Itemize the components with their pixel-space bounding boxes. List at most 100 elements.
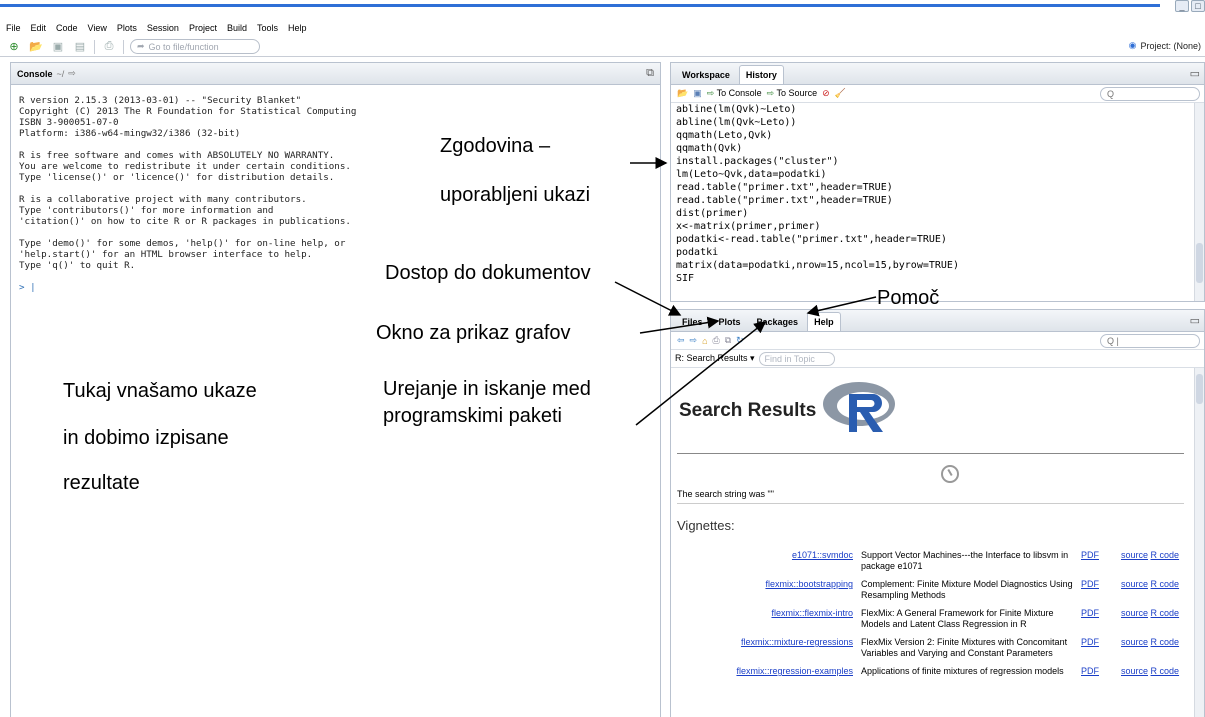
- annotation-packages-line1: Urejanje in iskanje med: [383, 378, 591, 400]
- vignette-pdf-link[interactable]: PDF: [1081, 579, 1099, 589]
- save-all-icon[interactable]: ▤: [72, 40, 88, 54]
- vignette-pdf-link[interactable]: PDF: [1081, 666, 1099, 676]
- history-scrollbar[interactable]: [1194, 103, 1204, 301]
- forward-icon[interactable]: ⇨: [690, 335, 698, 346]
- history-entry[interactable]: podatki<-read.table("primer.txt",header=…: [676, 233, 1204, 246]
- minimize-pane-icon[interactable]: ▭: [1190, 67, 1200, 80]
- help-scrollbar[interactable]: [1194, 368, 1204, 717]
- menu-code[interactable]: Code: [56, 23, 78, 33]
- refresh-icon[interactable]: ↻: [736, 335, 744, 346]
- minimize-button[interactable]: _: [1175, 0, 1189, 12]
- history-entry[interactable]: qqmath(Qvk): [676, 142, 1204, 155]
- to-console-button[interactable]: ⇨ To Console: [707, 88, 762, 99]
- help-page-title: Search Results: [679, 400, 817, 421]
- tab-files[interactable]: Files: [675, 312, 710, 331]
- tab-history[interactable]: History: [738, 65, 784, 84]
- vignette-name-link[interactable]: e1071::svmdoc: [792, 550, 853, 560]
- clear-history-icon[interactable]: 🧹: [835, 88, 846, 99]
- help-search-input[interactable]: Q |: [1100, 333, 1200, 348]
- menu-help[interactable]: Help: [288, 23, 307, 33]
- load-history-icon[interactable]: 📂: [677, 88, 688, 99]
- save-history-icon[interactable]: ▣: [693, 88, 702, 99]
- vignette-pdf-link[interactable]: PDF: [1081, 637, 1099, 647]
- history-entry[interactable]: SIF: [676, 272, 1204, 285]
- tab-plots[interactable]: Plots: [712, 312, 748, 331]
- history-entry[interactable]: lm(Leto~Qvk,data=podatki): [676, 168, 1204, 181]
- vignette-name-cell: flexmix::bootstrapping: [677, 579, 857, 608]
- history-entry[interactable]: read.table("primer.txt",header=TRUE): [676, 181, 1204, 194]
- history-entry[interactable]: matrix(data=podatki,nrow=15,ncol=15,byro…: [676, 259, 1204, 272]
- home-icon[interactable]: ⌂: [702, 336, 707, 346]
- help-scroll-thumb[interactable]: [1196, 374, 1203, 404]
- vignette-rcode-link[interactable]: R code: [1151, 579, 1180, 589]
- goto-file-input[interactable]: ➦ Go to file/function: [130, 39, 260, 54]
- menu-build[interactable]: Build: [227, 23, 247, 33]
- annotation-plots: Okno za prikaz grafov: [376, 322, 571, 344]
- vignette-pdf-link[interactable]: PDF: [1081, 550, 1099, 560]
- vignette-name-link[interactable]: flexmix::regression-examples: [736, 666, 853, 676]
- to-console-label: To Console: [716, 88, 762, 98]
- vignette-pdf-link[interactable]: PDF: [1081, 608, 1099, 618]
- history-toolbar: 📂 ▣ ⇨ To Console ⇨ To Source ⊘ 🧹 Q: [671, 85, 1204, 103]
- vignette-name-link[interactable]: flexmix::mixture-regressions: [741, 637, 853, 647]
- console-goto-icon[interactable]: ⇨: [68, 68, 76, 79]
- open-file-icon[interactable]: 📂: [28, 40, 44, 54]
- vignettes-heading: Vignettes:: [677, 518, 735, 533]
- menu-view[interactable]: View: [88, 23, 107, 33]
- history-entry[interactable]: qqmath(Leto,Qvk): [676, 129, 1204, 142]
- console-line: Platform: i386-w64-mingw32/i386 (32-bit): [19, 128, 241, 139]
- history-entry[interactable]: read.table("primer.txt",header=TRUE): [676, 194, 1204, 207]
- project-menu[interactable]: ◉ Project: (None): [1129, 40, 1201, 51]
- console-line: R version 2.15.3 (2013-03-01) -- "Securi…: [19, 95, 302, 106]
- print-icon[interactable]: ⎙: [713, 335, 720, 346]
- tab-packages[interactable]: Packages: [750, 312, 806, 331]
- vignette-rcode-link[interactable]: R code: [1151, 666, 1180, 676]
- vignette-name-link[interactable]: flexmix::bootstrapping: [765, 579, 853, 589]
- vignette-source-link[interactable]: source: [1121, 550, 1148, 560]
- menu-edit[interactable]: Edit: [31, 23, 47, 33]
- console-line: 'help.start()' for an HTML browser inter…: [19, 249, 313, 260]
- new-window-icon[interactable]: ⧉: [725, 335, 731, 346]
- console-line: You are welcome to redistribute it under…: [19, 161, 351, 172]
- console-path: ~/: [56, 68, 65, 79]
- history-entry[interactable]: abline(lm(Qvk~Leto)): [676, 116, 1204, 129]
- r-logo-icon: [823, 382, 895, 432]
- find-in-topic-input[interactable]: Find in Topic: [758, 351, 835, 366]
- history-entry[interactable]: abline(lm(Qvk)~Leto): [676, 103, 1204, 116]
- history-entry[interactable]: podatki: [676, 246, 1204, 259]
- annotation-history-line2: uporabljeni ukazi: [440, 184, 591, 206]
- tab-workspace[interactable]: Workspace: [675, 65, 737, 84]
- history-scroll-thumb[interactable]: [1196, 243, 1203, 283]
- vignette-pdf-cell: PDF: [1077, 608, 1117, 637]
- menu-file[interactable]: File: [6, 23, 21, 33]
- history-search-input[interactable]: Q: [1100, 86, 1200, 101]
- tab-help[interactable]: Help: [807, 312, 841, 331]
- toolbar-separator: [123, 39, 124, 54]
- save-icon[interactable]: ▣: [50, 40, 66, 54]
- vignette-source-link[interactable]: source: [1121, 608, 1148, 618]
- print-icon[interactable]: ⎙: [101, 40, 117, 54]
- menu-session[interactable]: Session: [147, 23, 179, 33]
- menu-project[interactable]: Project: [189, 23, 217, 33]
- maximize-pane-icon[interactable]: ⧉: [646, 67, 654, 80]
- menu-tools[interactable]: Tools: [257, 23, 278, 33]
- new-file-icon[interactable]: ⊕: [6, 40, 22, 54]
- to-source-button[interactable]: ⇨ To Source: [767, 88, 817, 99]
- vignette-rcode-link[interactable]: R code: [1151, 550, 1180, 560]
- vignette-rcode-link[interactable]: R code: [1151, 608, 1180, 618]
- maximize-button[interactable]: □: [1191, 0, 1205, 12]
- vignette-name-link[interactable]: flexmix::flexmix-intro: [771, 608, 853, 618]
- back-icon[interactable]: ⇦: [677, 335, 685, 346]
- vignette-rcode-link[interactable]: R code: [1151, 637, 1180, 647]
- vignette-source-link[interactable]: source: [1121, 637, 1148, 647]
- search-results-dropdown[interactable]: R: Search Results ▾: [675, 353, 755, 364]
- vignette-source-link[interactable]: source: [1121, 579, 1148, 589]
- minimize-pane-icon[interactable]: ▭: [1190, 314, 1200, 327]
- vignette-source-link[interactable]: source: [1121, 666, 1148, 676]
- vignette-pdf-cell: PDF: [1077, 550, 1117, 579]
- history-entry[interactable]: install.packages("cluster"): [676, 155, 1204, 168]
- history-entry[interactable]: dist(primer): [676, 207, 1204, 220]
- delete-entry-icon[interactable]: ⊘: [822, 88, 830, 99]
- menu-plots[interactable]: Plots: [117, 23, 137, 33]
- history-entry[interactable]: x<-matrix(primer,primer): [676, 220, 1204, 233]
